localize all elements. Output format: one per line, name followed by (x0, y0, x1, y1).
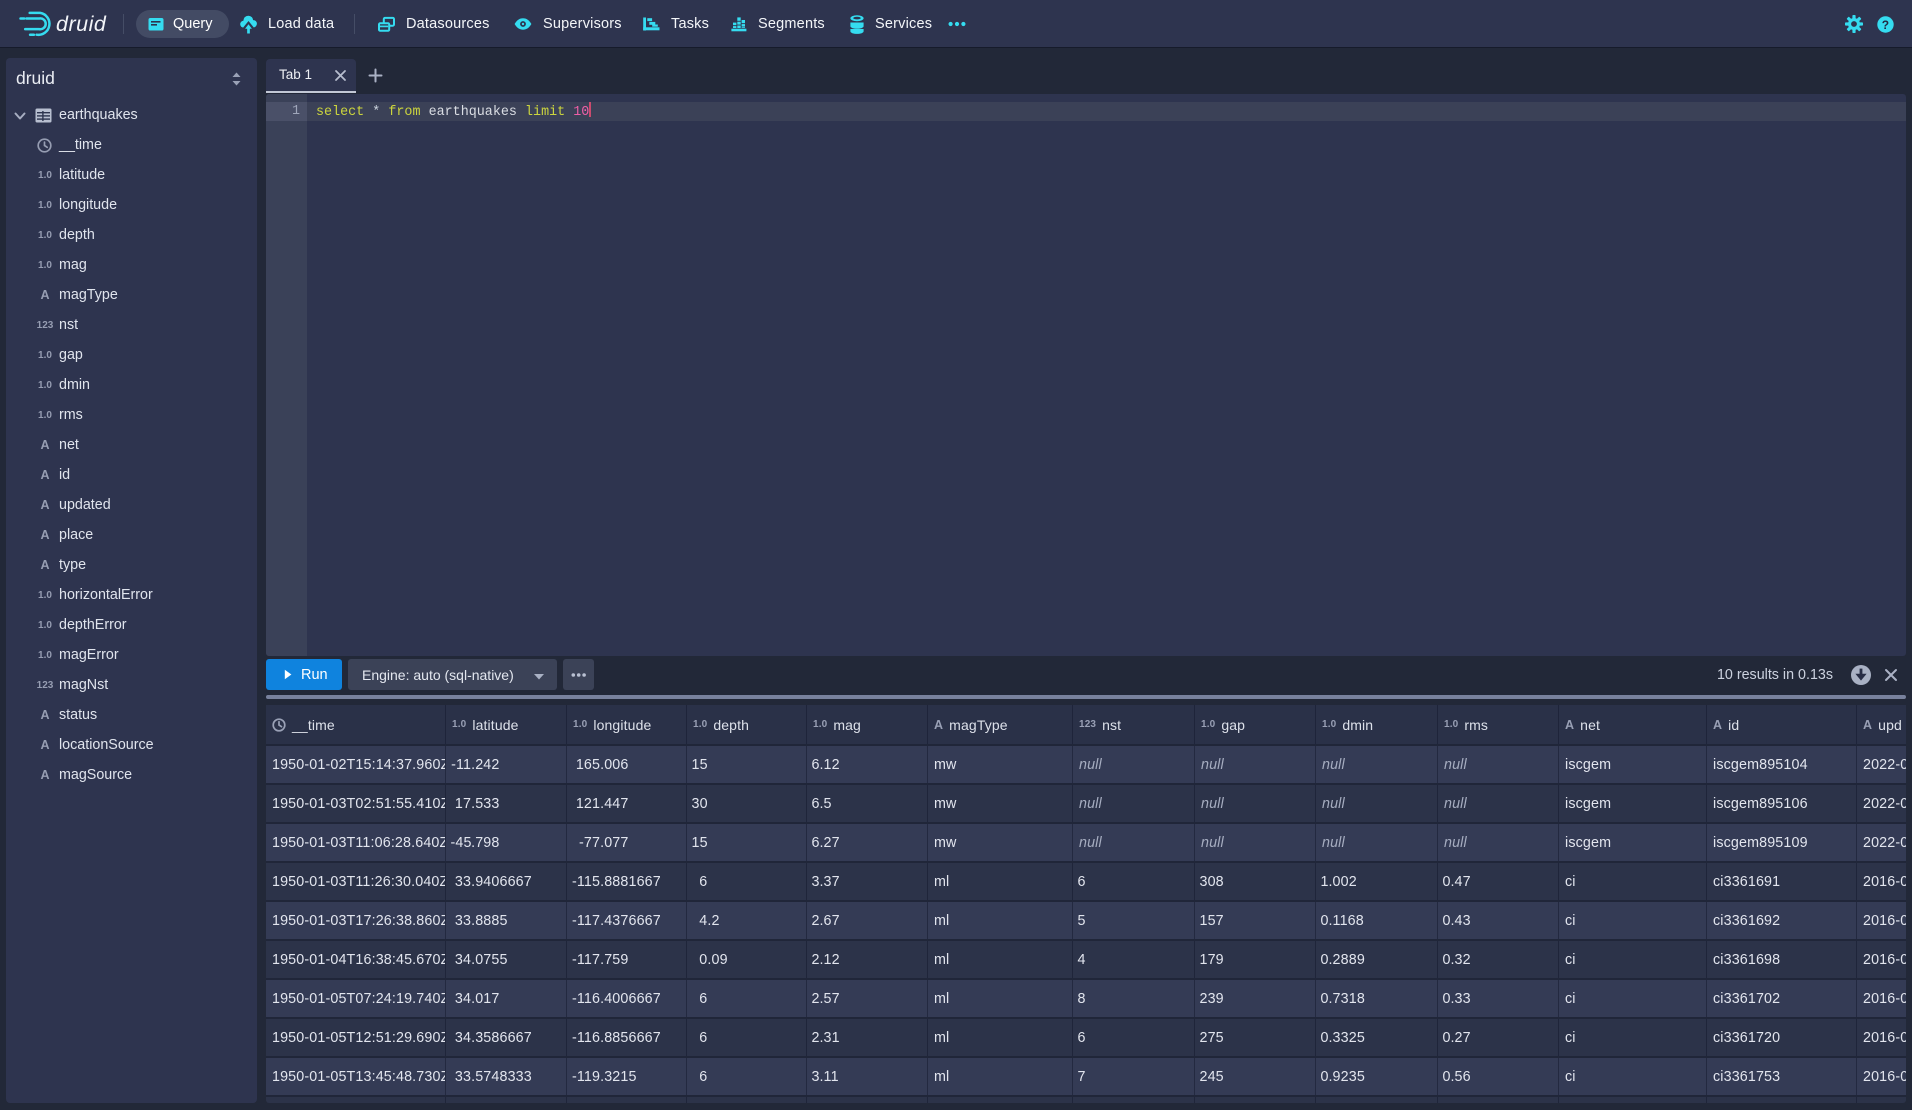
svg-text:?: ? (1882, 18, 1890, 32)
